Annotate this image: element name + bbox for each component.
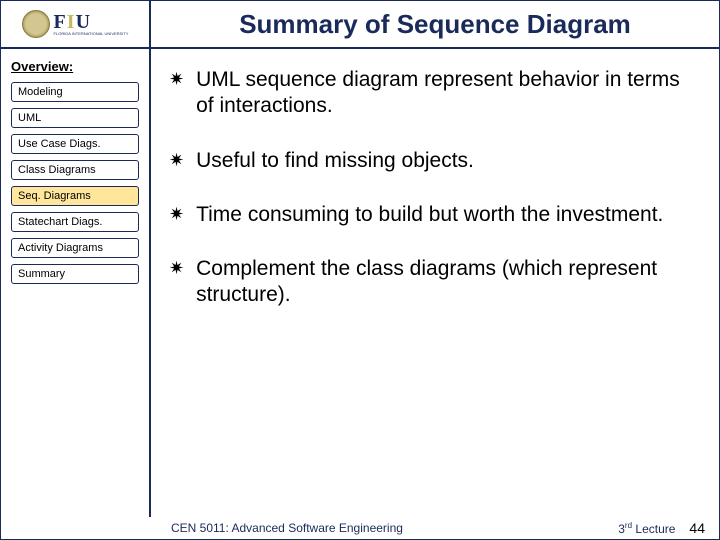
bullet-icon: ✷ [169, 69, 184, 90]
slide-title: Summary of Sequence Diagram [151, 9, 719, 40]
header: FIU FLORIDA INTERNATIONAL UNIVERSITY Sum… [1, 1, 719, 49]
sidebar-item-7[interactable]: Summary [11, 264, 139, 284]
fiu-logo: FIU FLORIDA INTERNATIONAL UNIVERSITY [22, 10, 129, 38]
sidebar-item-5[interactable]: Statechart Diags. [11, 212, 139, 232]
bullet-text: UML sequence diagram represent behavior … [196, 67, 695, 120]
sidebar: Overview: Modeling UML Use Case Diags. Clas… [1, 49, 151, 517]
body: Overview: Modeling UML Use Case Diags. Clas… [1, 49, 719, 517]
footer-course: CEN 5011: Advanced Software Engineering [171, 521, 403, 535]
sidebar-heading: Overview: [11, 59, 139, 74]
bullet-item: ✷ Time consuming to build but worth the i… [161, 202, 695, 228]
footer: CEN 5011: Advanced Software Engineering … [1, 517, 719, 539]
bullet-icon: ✷ [169, 150, 184, 171]
logo-acronym: FIU [54, 12, 129, 32]
footer-page: 44 [689, 520, 705, 536]
bullet-icon: ✷ [169, 258, 184, 279]
sidebar-item-1[interactable]: UML [11, 108, 139, 128]
sidebar-item-0[interactable]: Modeling [11, 82, 139, 102]
bullet-list: ✷ UML sequence diagram represent behavior… [161, 67, 695, 309]
bullet-item: ✷ Complement the class diagrams (which re… [161, 256, 695, 309]
bullet-item: ✷ Useful to find missing objects. [161, 148, 695, 174]
sidebar-item-6[interactable]: Activity Diagrams [11, 238, 139, 258]
sidebar-item-2[interactable]: Use Case Diags. [11, 134, 139, 154]
bullet-text: Useful to find missing objects. [196, 148, 474, 174]
logo-area: FIU FLORIDA INTERNATIONAL UNIVERSITY [1, 1, 151, 47]
bullet-text: Complement the class diagrams (which rep… [196, 256, 695, 309]
bullet-icon: ✷ [169, 204, 184, 225]
bullet-item: ✷ UML sequence diagram represent behavior… [161, 67, 695, 120]
sidebar-item-3[interactable]: Class Diagrams [11, 160, 139, 180]
sidebar-item-4[interactable]: Seq. Diagrams [11, 186, 139, 206]
footer-lecture: 3rd Lecture [618, 521, 675, 536]
seal-icon [22, 10, 50, 38]
content: ✷ UML sequence diagram represent behavior… [151, 49, 719, 517]
bullet-text: Time consuming to build but worth the in… [196, 202, 663, 228]
logo-subtitle: FLORIDA INTERNATIONAL UNIVERSITY [54, 32, 129, 36]
